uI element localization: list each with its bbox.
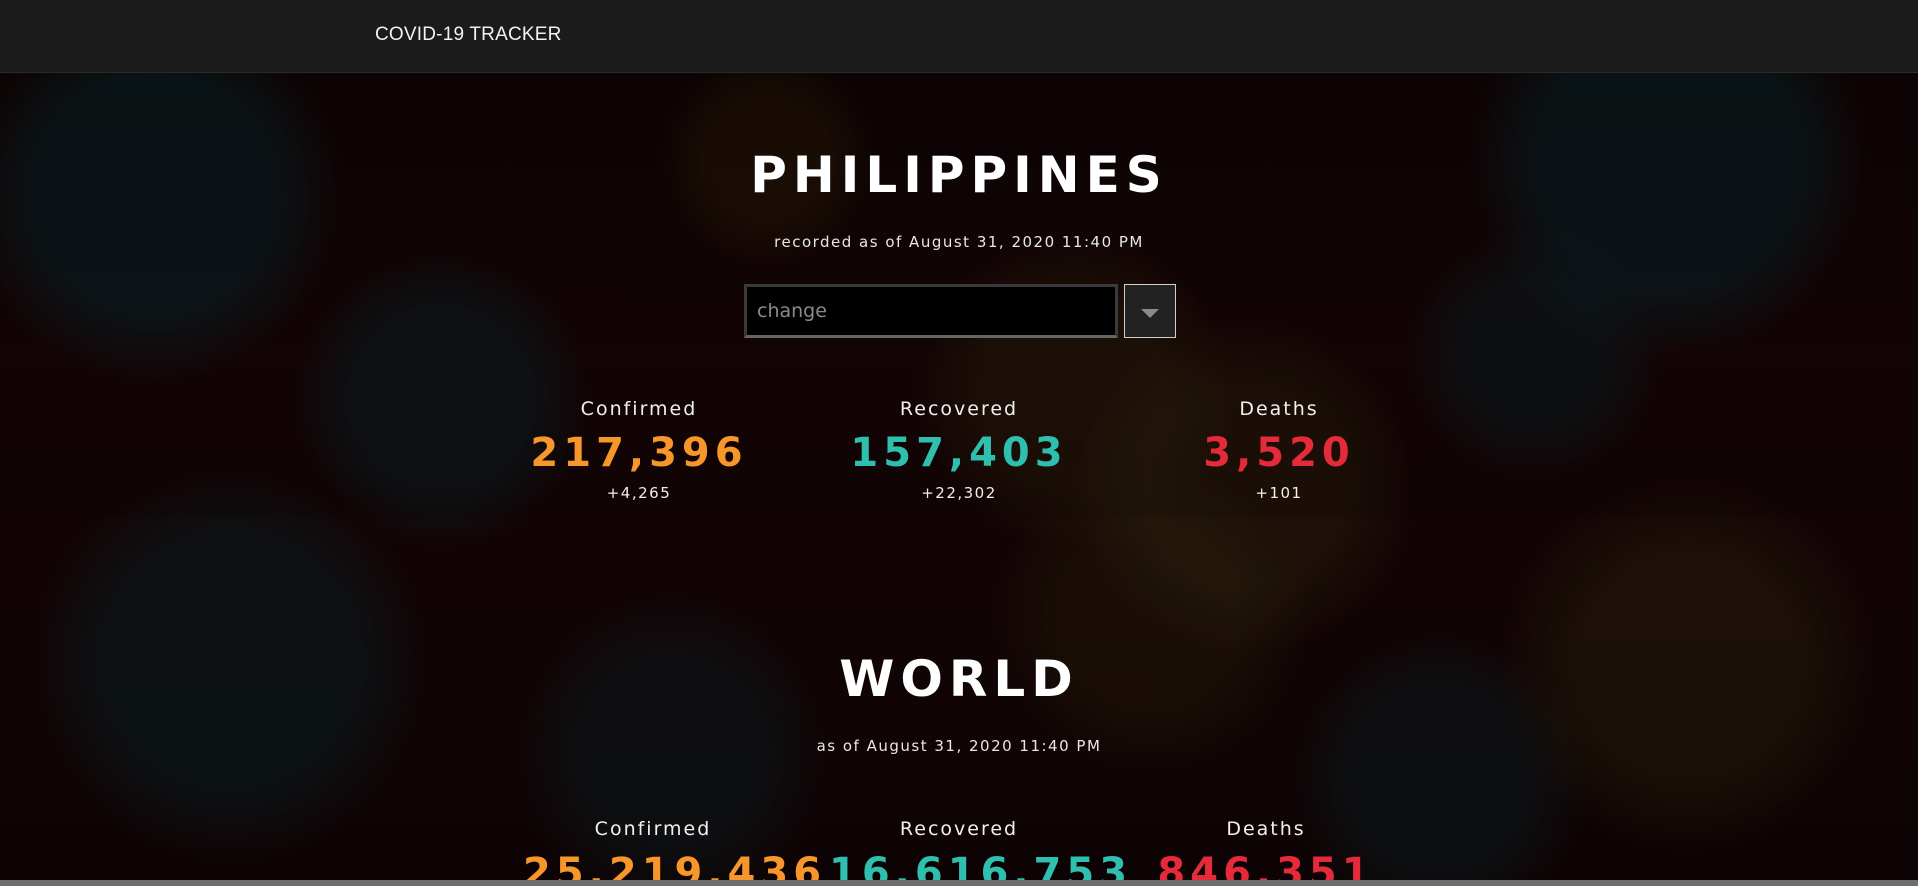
country-recovered-stat: Recovered 157,403 +22,302 xyxy=(829,398,1089,502)
recovered-label: Recovered xyxy=(899,398,1019,420)
world-recovered-label: Recovered xyxy=(899,818,1019,840)
world-confirmed-label: Confirmed xyxy=(594,818,712,840)
country-selector xyxy=(744,284,1178,338)
deaths-delta: +101 xyxy=(1255,484,1303,502)
world-deaths-label: Deaths xyxy=(1226,818,1306,840)
caret-down-icon xyxy=(1141,308,1159,318)
confirmed-value: 217,396 xyxy=(530,430,748,476)
page: COVID-19 TRACKER PHILIPPINES recorded as… xyxy=(0,0,1918,886)
brand-link[interactable]: COVID-19 TRACKER xyxy=(375,24,562,46)
world-recovered-stat: Recovered 16,616,753 xyxy=(829,818,1127,886)
deaths-value: 3,520 xyxy=(1203,430,1355,476)
country-search-input[interactable] xyxy=(744,284,1118,338)
world-confirmed-stat: Confirmed 25,219,436 xyxy=(523,818,821,886)
recovered-value: 157,403 xyxy=(850,430,1068,476)
confirmed-delta: +4,265 xyxy=(606,484,672,502)
world-title: WORLD xyxy=(839,650,1079,708)
recovered-delta: +22,302 xyxy=(921,484,997,502)
deaths-label: Deaths xyxy=(1239,398,1319,420)
country-dropdown-button[interactable] xyxy=(1124,284,1176,338)
country-deaths-stat: Deaths 3,520 +101 xyxy=(1149,398,1409,502)
confirmed-label: Confirmed xyxy=(580,398,698,420)
country-timestamp: recorded as of August 31, 2020 11:40 PM xyxy=(774,233,1144,251)
country-title: PHILIPPINES xyxy=(750,146,1168,204)
navbar: COVID-19 TRACKER xyxy=(0,0,1918,73)
world-timestamp: as of August 31, 2020 11:40 PM xyxy=(816,737,1102,755)
country-confirmed-stat: Confirmed 217,396 +4,265 xyxy=(509,398,769,502)
world-deaths-stat: Deaths 846,351 xyxy=(1136,818,1396,886)
bottom-divider xyxy=(0,880,1918,886)
